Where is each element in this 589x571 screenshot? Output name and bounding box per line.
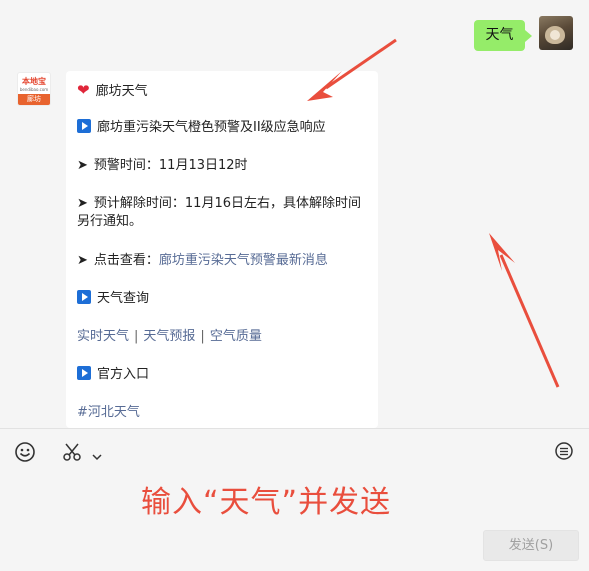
arrow-bullet-icon: ➤ [77,196,88,211]
bot-logo-city: 廊坊 [18,94,50,105]
chevron-down-icon[interactable] [92,446,102,465]
bot-logo-site: bendibao.com [19,87,49,92]
check-prefix: 点击查看： [93,253,159,268]
lift-time-row: ➤ 预计解除时间：11月16日左右，具体解除时间另行通知。 [77,195,369,231]
weather-links-row: 实时天气 | 天气预报 | 空气质量 [77,328,262,346]
heart-icon: ❤ [77,81,90,99]
query-heading: 天气查询 [97,291,150,306]
chat-area: 天气 本地宝 bendibao.com 廊坊 ❤ 廊坊天气 廊坊重污染天气橙色预警… [0,0,589,428]
alert-headline: 廊坊重污染天气橙色预警及II级应急响应 [97,120,326,135]
message-title: 廊坊天气 [95,84,148,99]
air-quality-link[interactable]: 空气质量 [210,329,262,344]
check-row: ➤ 点击查看：廊坊重污染天气预警最新消息 [77,252,328,270]
bot-avatar[interactable]: 本地宝 bendibao.com 廊坊 [17,72,51,106]
alert-time: 预警时间：11月13日12时 [93,158,248,173]
scissors-icon[interactable] [61,441,83,467]
play-icon [77,119,91,133]
hashtag-row: #河北天气 [77,404,140,422]
send-button[interactable]: 发送(S) [483,530,579,561]
alert-time-row: ➤ 预警时间：11月13日12时 [77,157,248,175]
weather-forecast-link[interactable]: 天气预报 [143,329,195,344]
play-icon [77,366,91,380]
alert-news-link[interactable]: 廊坊重污染天气预警最新消息 [159,253,328,268]
bot-logo-name: 本地宝 [22,77,46,86]
arrow-bullet-icon: ➤ [77,253,88,268]
official-heading-row: 官方入口 [77,366,149,384]
instruction-caption: 输入“天气”并发送 [141,485,392,520]
link-separator: | [134,329,139,344]
realtime-weather-link[interactable]: 实时天气 [77,329,129,344]
avatar-pet-face [550,30,560,40]
smile-icon[interactable] [14,441,36,467]
lift-time: 预计解除时间：11月16日左右，具体解除时间另行通知。 [77,196,361,229]
user-avatar[interactable] [539,16,573,50]
incoming-message: ❤ 廊坊天气 廊坊重污染天气橙色预警及II级应急响应 ➤ 预警时间：11月13日12… [66,71,378,428]
chat-history-icon[interactable] [554,441,574,467]
query-heading-row: 天气查询 [77,290,149,308]
arrow-bullet-icon: ➤ [77,158,88,173]
outgoing-message[interactable]: 天气 [474,20,532,51]
play-icon [77,290,91,304]
official-heading: 官方入口 [97,367,150,382]
alert-headline-row: 廊坊重污染天气橙色预警及II级应急响应 [77,119,326,137]
message-title-row: ❤ 廊坊天气 [77,81,148,101]
link-separator: | [200,329,205,344]
hebei-weather-hashtag-link[interactable]: #河北天气 [77,405,140,420]
